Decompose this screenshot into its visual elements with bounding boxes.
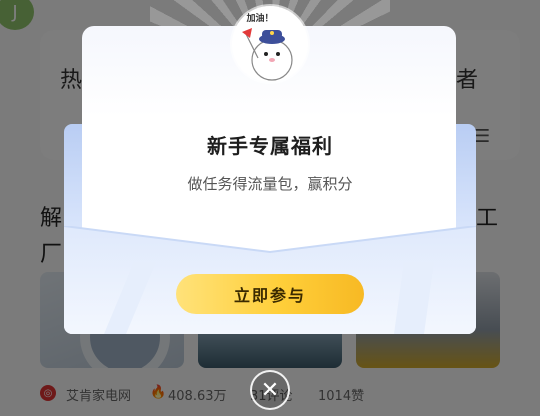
join-now-button[interactable]: 立即参与 [176,274,364,314]
modal-title: 新手专属福利 [207,134,333,158]
close-icon[interactable]: ✕ [250,370,290,410]
hamster-mascot-icon [236,22,304,86]
modal-subtitle: 做任务得流量包，赢积分 [187,175,353,193]
